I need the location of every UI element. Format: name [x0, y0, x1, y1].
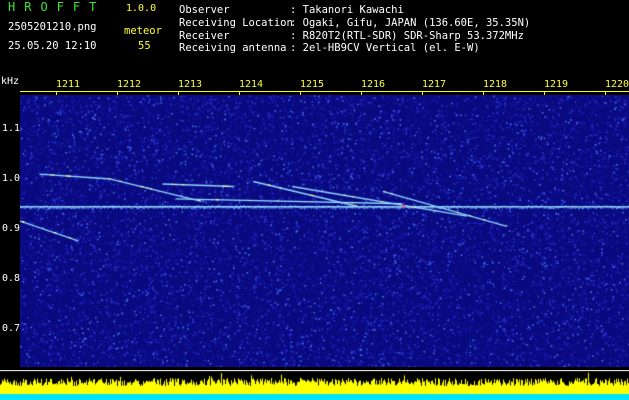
- location-label: Receiving Location: [179, 17, 293, 29]
- file-name: 2505201210.png: [8, 21, 97, 33]
- y-axis: 1.11.00.90.80.70.6: [0, 74, 20, 400]
- datetime: 25.05.20 12:10: [8, 40, 97, 52]
- x-tick-label: 1211: [55, 79, 81, 90]
- x-tick-label: 1213: [177, 79, 203, 90]
- y-tick-label: 0.9: [2, 223, 21, 234]
- meteor-count: 55: [138, 40, 151, 52]
- antenna-value: : 2el-HB9CV Vertical (el. E-W): [290, 42, 480, 54]
- x-tick-label: 1214: [238, 79, 264, 90]
- signal-level-strip: [0, 370, 629, 400]
- y-tick-label: 0.7: [2, 323, 21, 334]
- observer-value: : Takanori Kawachi: [290, 4, 404, 16]
- app-title: HROFFT: [8, 0, 106, 14]
- spectrogram: [20, 95, 629, 367]
- location-value: : Ogaki, Gifu, JAPAN (136.60E, 35.35N): [290, 17, 531, 29]
- y-tick-label: 1.0: [2, 173, 21, 184]
- x-tick-label: 1212: [116, 79, 142, 90]
- y-tick-label: 0.8: [2, 273, 21, 284]
- x-tick-label: 1219: [543, 79, 569, 90]
- x-tick-label: 1218: [482, 79, 508, 90]
- meteor-count-label: meteor: [124, 25, 162, 37]
- antenna-label: Receiving antenna: [179, 42, 287, 54]
- x-tick-label: 1217: [421, 79, 447, 90]
- app-version: 1.0.0: [126, 3, 157, 14]
- x-tick-label: 1220: [604, 79, 629, 90]
- x-tick-label: 1215: [299, 79, 325, 90]
- x-axis-line: [20, 91, 629, 92]
- observer-label: Observer: [179, 4, 230, 16]
- x-tick-label: 1216: [360, 79, 386, 90]
- y-tick-label: 1.1: [2, 123, 21, 134]
